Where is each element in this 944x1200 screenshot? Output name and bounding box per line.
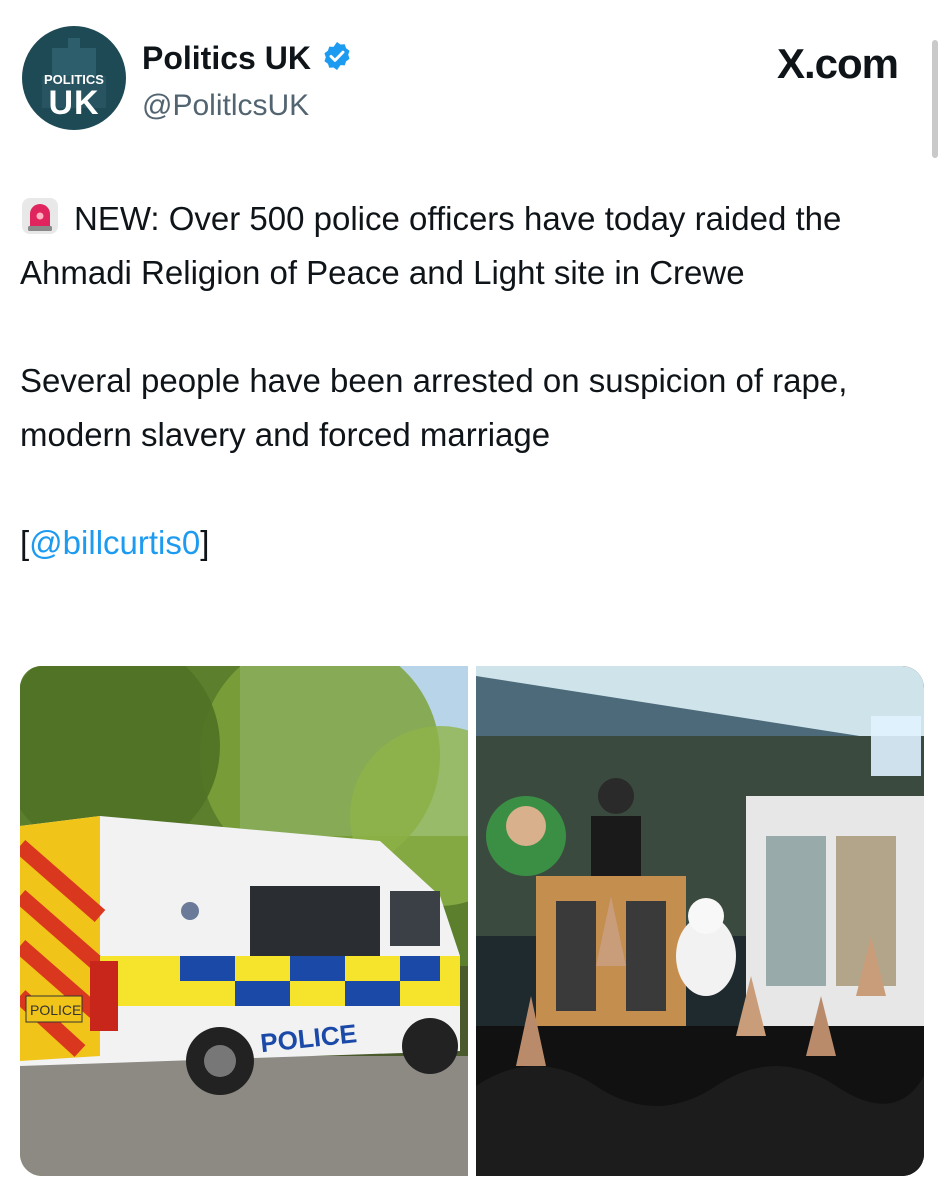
tweet-paragraph-2: Several people have been arrested on sus… [20, 362, 848, 453]
tweet-paragraph-1: NEW: Over 500 police officers have today… [20, 192, 920, 300]
tweet-paragraph-3: [@billcurtis0] [20, 516, 920, 570]
gathering-photo[interactable] [476, 666, 924, 1176]
verified-badge-icon [321, 40, 353, 77]
mention-link[interactable]: @billcurtis0 [29, 524, 200, 561]
avatar[interactable]: POLITICS UK [22, 26, 126, 130]
display-name[interactable]: Politics UK [142, 40, 311, 77]
author-info: Politics UK @PolitlcsUK [142, 40, 353, 123]
mention-bracket-close: ] [200, 524, 210, 561]
site-label: X.com [776, 40, 899, 87]
tweet-header: POLITICS UK Politics UK @PolitlcsUK X.co… [22, 26, 904, 136]
siren-icon [20, 196, 60, 236]
tweet-text: NEW: Over 500 police officers have today… [20, 192, 920, 570]
avatar-label-main: UK [48, 84, 100, 122]
mention-bracket-open: [ [20, 524, 30, 561]
tweet-paragraph-1-text: NEW: Over 500 police officers have today… [20, 200, 842, 291]
scrollbar[interactable] [932, 40, 938, 158]
police-van-photo[interactable]: POLICE POLICE [20, 666, 468, 1176]
media-grid: POLICE POLICE [20, 666, 924, 1176]
van-rear-text: POLICE [30, 1002, 81, 1018]
author-handle[interactable]: @PolitlcsUK [142, 89, 353, 123]
